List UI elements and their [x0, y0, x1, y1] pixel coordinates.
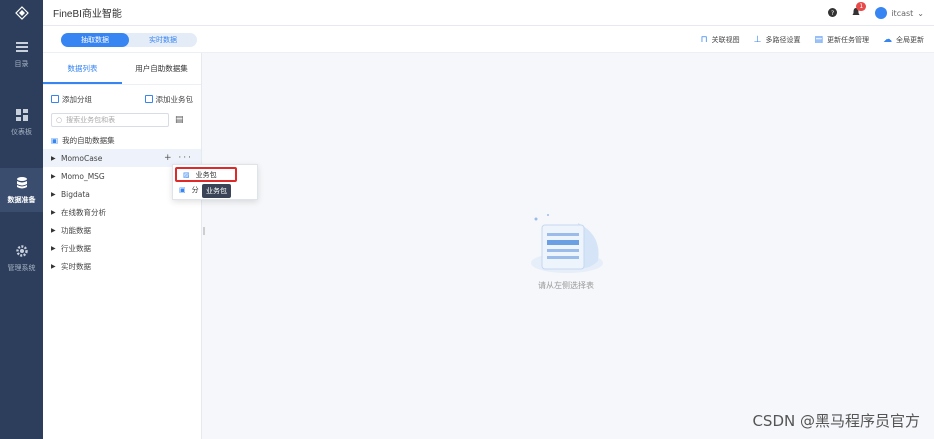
tree-item-online-edu[interactable]: ▶ 在线教育分析 — [43, 203, 201, 221]
nav-item-label: 目录 — [14, 59, 29, 68]
add-package-button[interactable]: 添加业务包 — [144, 94, 194, 105]
tool-label: 多路径设置 — [765, 35, 801, 44]
tool-label: 全局更新 — [896, 35, 924, 44]
database-icon — [16, 176, 27, 188]
tree-item-label: Momo_MSG — [61, 171, 105, 181]
menu-item-label: 业务包 — [195, 170, 217, 179]
filter-icon[interactable]: ▤ — [175, 115, 184, 125]
avatar — [875, 7, 888, 19]
caret-right-icon: ▶ — [51, 208, 56, 216]
notification-bell[interactable]: 1 — [851, 2, 867, 19]
tree-item-label: 功能数据 — [61, 225, 91, 235]
task-icon: ▤ — [814, 34, 823, 45]
update-task-button[interactable]: ▤ 更新任务管理 — [814, 35, 869, 45]
tree-item-label: MomoCase — [61, 153, 103, 163]
search-input[interactable]: ○ 搜索业务包和表 — [51, 113, 169, 127]
caret-right-icon: ▶ — [51, 190, 56, 198]
nav-item-admin[interactable]: 管理系统 — [0, 236, 43, 280]
group-icon: ▣ — [179, 186, 186, 194]
tree-item-function-data[interactable]: ▶ 功能数据 — [43, 221, 201, 239]
package-icon: ▨ — [183, 170, 190, 179]
relation-view-button[interactable]: ⊓ 关联视图 — [701, 35, 740, 45]
caret-right-icon: ▶ — [51, 226, 56, 234]
main-area: 请从左侧选择表 CSDN @黑马程序员官方 — [202, 53, 934, 439]
tree-item-label: 行业数据 — [61, 243, 91, 253]
list-icon — [15, 41, 28, 52]
tool-label: 更新任务管理 — [827, 35, 869, 44]
user-menu[interactable]: itcast ⌄ — [875, 7, 924, 19]
caret-right-icon: ▶ — [51, 244, 56, 252]
add-group-button[interactable]: 添加分组 — [51, 94, 92, 105]
caret-right-icon: ▶ — [51, 262, 56, 270]
nav-item-label: 仪表板 — [11, 127, 32, 136]
tree-item-label: Bigdata — [61, 189, 90, 199]
svg-text:?: ? — [831, 10, 834, 17]
add-package-label: 添加业务包 — [155, 94, 194, 104]
menu-item-business-package[interactable]: ▨ 业务包 — [175, 167, 237, 182]
folder-icon: ▣ — [51, 135, 59, 145]
tree-item-realtime-data[interactable]: ▶ 实时数据 — [43, 257, 201, 275]
search-placeholder: 搜索业务包和表 — [66, 116, 116, 124]
dashboard-icon — [15, 108, 28, 121]
caret-right-icon: ▶ — [51, 154, 56, 162]
mine-label: 我的自助数据集 — [62, 135, 115, 145]
tool-label: 关联视图 — [711, 35, 740, 44]
tab-self-service-dataset[interactable]: 用户自助数据集 — [122, 53, 201, 84]
nav-item-dashboard[interactable]: 仪表板 — [0, 100, 43, 144]
add-group-label: 添加分组 — [62, 94, 92, 104]
empty-hint: 请从左侧选择表 — [538, 281, 594, 290]
app-title: FineBI商业智能 — [53, 9, 122, 20]
resize-handle[interactable]: ‖ — [202, 226, 206, 236]
global-update-button[interactable]: ☁ 全局更新 — [883, 35, 924, 45]
nav-item-label: 管理系统 — [7, 263, 36, 272]
left-nav: 目录 仪表板 数据准备 管理系统 — [0, 0, 43, 439]
cloud-icon: ☁ — [883, 34, 892, 45]
top-header: FineBI商业智能 ? 1 itcast ⌄ — [43, 0, 934, 26]
multipath-button[interactable]: ⊥ 多路径设置 — [754, 35, 801, 45]
nav-item-label: 数据准备 — [7, 195, 36, 204]
empty-illustration-icon — [531, 214, 603, 273]
user-name: itcast — [891, 8, 914, 18]
nav-item-data-prep[interactable]: 数据准备 — [0, 168, 43, 212]
add-group-icon — [51, 95, 59, 103]
search-icon: ○ — [56, 116, 63, 124]
tab-data-list[interactable]: 数据列表 — [43, 53, 122, 84]
nav-item-catalog[interactable]: 目录 — [0, 32, 43, 76]
data-mode-switch: 抽取数据 实时数据 — [61, 33, 197, 47]
tooltip: 业务包 — [202, 184, 231, 198]
menu-item-label: 分 — [191, 186, 199, 194]
help-icon[interactable]: ? — [828, 7, 838, 19]
tree-item-label: 实时数据 — [61, 261, 91, 271]
segment-realtime[interactable]: 实时数据 — [129, 33, 197, 47]
add-package-icon — [144, 95, 153, 103]
tree-item-label: 在线教育分析 — [61, 207, 106, 217]
data-panel: 数据列表 用户自助数据集 添加分组 添加业务包 ○ 搜索业务包和表 ▤ ▣ 我的… — [43, 53, 202, 439]
relation-icon: ⊓ — [700, 34, 708, 45]
watermark: CSDN @黑马程序员官方 — [752, 412, 920, 430]
my-self-service-datasets[interactable]: ▣ 我的自助数据集 — [43, 131, 201, 149]
notification-badge: 1 — [856, 2, 867, 11]
app-logo[interactable] — [0, 0, 43, 26]
toolbar: 抽取数据 实时数据 ⊓ 关联视图 ⊥ 多路径设置 ▤ 更新任务管理 ☁ 全局更新 — [43, 26, 934, 53]
segment-extract[interactable]: 抽取数据 — [61, 33, 129, 47]
chevron-down-icon: ⌄ — [917, 8, 924, 18]
path-icon: ⊥ — [753, 34, 762, 45]
logo-icon — [14, 6, 29, 20]
caret-right-icon: ▶ — [51, 172, 56, 180]
tree-item-industry-data[interactable]: ▶ 行业数据 — [43, 239, 201, 257]
gear-icon — [15, 244, 28, 257]
